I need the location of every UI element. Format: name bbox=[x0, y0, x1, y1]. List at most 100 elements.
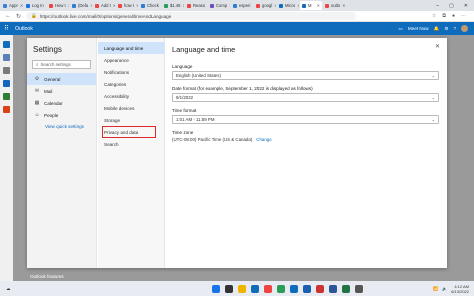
subcategory-privacy-and-data[interactable]: Privacy and data bbox=[102, 126, 156, 138]
change-time-zone-link[interactable]: Change bbox=[256, 137, 271, 142]
language-label: Language bbox=[172, 64, 193, 69]
address-bar: ← ↻ 🔒 https://outlook.live.com/mail/0/op… bbox=[0, 11, 474, 22]
tab-close-icon[interactable]: ✕ bbox=[252, 3, 253, 8]
tab-label: outlo bbox=[331, 3, 341, 8]
app-rail bbox=[0, 35, 13, 281]
app-launcher-icon[interactable]: ⠿ bbox=[0, 25, 13, 32]
subcategory-categories[interactable]: Categories bbox=[98, 78, 164, 90]
help-icon[interactable]: ? bbox=[453, 26, 456, 31]
language-dropdown[interactable]: English (United States) ⌄ bbox=[172, 71, 439, 80]
settings-category-calendar[interactable]: ▦ Calendar bbox=[27, 97, 96, 109]
browser-tab[interactable]: (Defa ✕ bbox=[70, 1, 92, 10]
browser-tab[interactable]: Add t ✕ bbox=[93, 1, 115, 10]
wifi-icon[interactable]: 📶 bbox=[433, 286, 438, 291]
taskbar-app-icon[interactable] bbox=[212, 284, 220, 293]
tab-close-icon[interactable]: ✕ bbox=[113, 3, 115, 8]
refresh-icon[interactable]: ↻ bbox=[16, 13, 21, 20]
weather-widget[interactable]: ☁ bbox=[0, 286, 60, 292]
tab-close-icon[interactable]: ✕ bbox=[317, 3, 320, 8]
browser-tab[interactable]: outlo ✕ bbox=[323, 1, 345, 10]
avatar[interactable] bbox=[461, 25, 468, 32]
tab-close-icon[interactable]: ✕ bbox=[136, 3, 138, 8]
taskbar-app-icon[interactable] bbox=[251, 284, 259, 293]
search-placeholder: Search settings bbox=[40, 62, 71, 67]
extensions-icon[interactable]: ⧉ bbox=[442, 13, 446, 19]
tab-close-icon[interactable]: ✕ bbox=[90, 3, 92, 8]
back-icon[interactable]: ← bbox=[5, 13, 11, 19]
maximize-icon[interactable]: ▢ bbox=[449, 3, 454, 9]
settings-category-general[interactable]: ⚙ General bbox=[27, 73, 96, 85]
subcategory-mobile-devices[interactable]: Mobile devices bbox=[98, 102, 164, 114]
mail-app-icon[interactable] bbox=[3, 41, 10, 48]
tab-label: esperi bbox=[239, 3, 251, 8]
taskbar-app-icon[interactable] bbox=[277, 284, 285, 293]
tab-close-icon[interactable]: ✕ bbox=[274, 3, 276, 8]
tab-close-icon[interactable]: ✕ bbox=[342, 3, 345, 8]
volume-icon[interactable]: 🔈 bbox=[442, 286, 447, 291]
browser-tab[interactable]: Comp✕ bbox=[208, 1, 230, 10]
tab-close-icon[interactable]: ✕ bbox=[68, 3, 69, 8]
url-text: https://outlook.live.com/mail/0/options/… bbox=[39, 13, 172, 19]
subcategory-language-and-time[interactable]: Language and time bbox=[98, 42, 164, 54]
settings-category-mail[interactable]: ✉ Mail bbox=[27, 85, 96, 97]
subcategory-appearance[interactable]: Appearance bbox=[98, 54, 164, 66]
tab-favicon-icon bbox=[233, 3, 237, 8]
taskbar-app-icon[interactable] bbox=[303, 284, 311, 293]
browser-tab[interactable]: How t✕ bbox=[47, 1, 69, 10]
taskbar-app-icon[interactable] bbox=[225, 284, 233, 293]
subcategory-notifications[interactable]: Notifications bbox=[98, 66, 164, 78]
taskbar-app-icon[interactable] bbox=[329, 284, 337, 293]
browser-tab[interactable]: Log In✕ bbox=[24, 1, 46, 10]
tab-favicon-icon bbox=[210, 3, 214, 8]
tab-close-icon[interactable]: ✕ bbox=[20, 3, 23, 8]
settings-icon[interactable]: ⚙ bbox=[444, 26, 448, 32]
calendar-app-icon[interactable] bbox=[3, 54, 10, 61]
more-icon[interactable]: ⋯ bbox=[461, 13, 466, 19]
powerpoint-app-icon[interactable] bbox=[3, 106, 10, 113]
close-window-icon[interactable]: ✕ bbox=[464, 3, 468, 9]
tab-close-icon[interactable]: ✕ bbox=[182, 3, 184, 8]
url-field[interactable]: 🔒 https://outlook.live.com/mail/0/option… bbox=[26, 12, 357, 20]
browser-tab[interactable]: Micro ✕ bbox=[277, 1, 299, 10]
minimize-icon[interactable]: – bbox=[436, 3, 439, 9]
time-format-dropdown[interactable]: 1:01 AM - 11:59 PM ⌄ bbox=[172, 115, 439, 124]
taskbar-app-icon[interactable] bbox=[290, 284, 298, 293]
subcategory-accessibility[interactable]: Accessibility bbox=[98, 90, 164, 102]
close-icon[interactable]: ✕ bbox=[435, 43, 440, 50]
people-app-icon[interactable] bbox=[3, 67, 10, 74]
taskbar-app-icon[interactable] bbox=[264, 284, 272, 293]
browser-tab[interactable]: Check ✕ bbox=[139, 1, 161, 10]
clock[interactable]: 4:12 AM 6/13/2022 bbox=[451, 284, 469, 294]
tab-favicon-icon bbox=[164, 3, 168, 8]
notifications-icon[interactable]: 🔔 bbox=[434, 26, 440, 32]
meet-now-icon[interactable]: ▭ bbox=[399, 26, 403, 32]
profile-icon[interactable]: ● bbox=[452, 13, 455, 19]
tab-favicon-icon bbox=[26, 3, 30, 8]
star-icon[interactable]: ☆ bbox=[432, 13, 436, 19]
taskbar-app-icon[interactable] bbox=[342, 284, 350, 293]
browser-tab[interactable]: Appr ✕ bbox=[1, 1, 23, 10]
search-settings-input[interactable]: ⌕ Search settings bbox=[32, 60, 91, 69]
settings-category-people[interactable]: ☺ People bbox=[27, 109, 96, 121]
tab-favicon-icon bbox=[95, 3, 99, 8]
taskbar-app-icon[interactable] bbox=[316, 284, 324, 293]
subcategory-search[interactable]: Search bbox=[98, 138, 164, 150]
tab-close-icon[interactable]: ✕ bbox=[229, 3, 230, 8]
browser-tab[interactable]: googl ✕ bbox=[254, 1, 276, 10]
taskbar-app-icon[interactable] bbox=[355, 284, 363, 293]
view-quick-settings-link[interactable]: View quick settings bbox=[27, 121, 96, 129]
outlook-features-link[interactable]: Outlook features bbox=[30, 274, 64, 279]
excel-app-icon[interactable] bbox=[3, 93, 10, 100]
browser-tab[interactable]: how t ✕ bbox=[116, 1, 138, 10]
meet-now-button[interactable]: Meet Now bbox=[408, 26, 429, 31]
word-app-icon[interactable] bbox=[3, 80, 10, 87]
browser-tab[interactable]: Reaso ✕ bbox=[185, 1, 207, 10]
taskbar-app-icon[interactable] bbox=[238, 284, 246, 293]
category-label: People bbox=[44, 112, 59, 118]
date-format-dropdown[interactable]: 9/1/2022 ⌄ bbox=[172, 93, 439, 102]
subcategory-storage[interactable]: Storage bbox=[98, 114, 164, 126]
browser-tab[interactable]: esperi✕ bbox=[231, 1, 253, 10]
browser-tab[interactable]: M ✕ bbox=[300, 1, 322, 10]
browser-tab[interactable]: $1.48✕ bbox=[162, 1, 184, 10]
tab-close-icon[interactable]: ✕ bbox=[297, 3, 299, 8]
